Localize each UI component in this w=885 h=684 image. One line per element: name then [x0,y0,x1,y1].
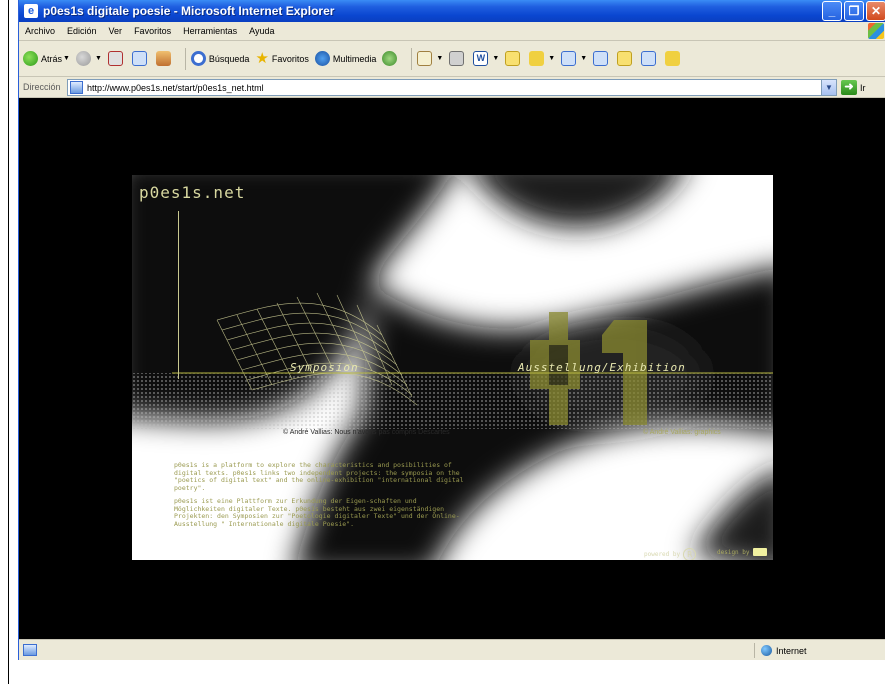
favorites-label: Favoritos [271,53,309,64]
menu-bar: Archivo Edición Ver Favoritos Herramient… [19,22,885,41]
logo-divider [178,211,179,379]
status-bar: Internet [19,639,885,660]
research-button[interactable]: ▼ [561,51,587,66]
research-icon [561,51,577,66]
back-label: Atrás [41,53,63,64]
history-button[interactable] [382,51,400,66]
globe-icon [761,645,772,656]
left-border [0,0,9,684]
tool-icon [665,51,681,66]
forward-button[interactable]: ▼ [75,51,102,66]
chevron-down-icon[interactable]: ▼ [436,55,443,62]
menu-ver[interactable]: Ver [103,26,129,36]
note-icon [505,51,521,66]
forward-arrow-icon [75,51,91,66]
description-english: p0es1s is a platform to explore the char… [174,461,464,492]
design-logo-icon [752,548,767,556]
favorites-button[interactable]: ★ Favoritos [255,51,308,66]
back-button[interactable]: Atrás ▼ [23,51,70,66]
mail-icon [417,51,433,66]
search-button[interactable]: Búsqueda [190,51,250,66]
home-icon [155,51,171,66]
print-button[interactable] [449,51,467,66]
design-by[interactable]: design by [717,548,767,556]
chevron-down-icon[interactable]: ▼ [492,55,499,62]
messenger-icon [529,51,545,66]
tool-button-2[interactable] [617,51,635,66]
design-by-label: design by [717,548,750,556]
tool-icon [617,51,633,66]
history-icon [382,51,398,66]
close-button[interactable]: ✕ [866,1,885,21]
stop-button[interactable] [107,51,126,66]
menu-herramientas[interactable]: Herramientas [177,26,243,36]
menu-ayuda[interactable]: Ayuda [243,26,280,36]
address-label: Dirección [23,82,61,92]
media-icon [314,51,330,66]
go-arrow-icon: ➜ [841,80,857,95]
tool-button-4[interactable] [665,51,683,66]
description: p0es1s is a platform to explore the char… [174,461,464,534]
menu-archivo[interactable]: Archivo [19,26,61,36]
media-label: Multimedia [332,53,377,64]
site-logo[interactable]: p0es1s.net [139,183,245,202]
tool-icon [593,51,609,66]
print-icon [449,51,465,66]
window-controls: _ ❐ ✕ [822,1,885,21]
menu-favoritos[interactable]: Favoritos [128,26,177,36]
tool-button-3[interactable] [641,51,659,66]
powered-by-label: powered by [644,551,681,558]
credit-right: © André Vallias: graphics [643,429,721,436]
page-icon [70,81,83,94]
powered-by-logo-icon: R [683,548,697,560]
search-icon [190,51,206,66]
back-arrow-icon [23,51,38,66]
mail-button[interactable]: ▼ [417,51,443,66]
credit-left: © André Vallias: Nous n'avons pas compri… [283,429,450,436]
toolbar-separator [184,47,186,70]
messenger-button[interactable]: ▼ [529,51,555,66]
search-label: Búsqueda [208,53,250,64]
powered-by[interactable]: powered by R [644,548,697,560]
go-button[interactable]: ➜ Ir [841,80,866,95]
address-url[interactable]: http://www.p0es1s.net/start/p0es1s_net.h… [87,83,264,93]
maximize-button[interactable]: ❐ [844,1,864,21]
zone-label: Internet [776,645,807,656]
address-input[interactable]: http://www.p0es1s.net/start/p0es1s_net.h… [67,79,837,96]
star-icon: ★ [255,50,269,67]
go-label: Ir [860,82,866,93]
address-dropdown-button[interactable]: ▼ [821,80,836,95]
minimize-button[interactable]: _ [822,1,842,21]
media-button[interactable]: Multimedia [314,51,377,66]
home-button[interactable] [155,51,174,66]
address-bar: Dirección http://www.p0es1s.net/start/p0… [19,77,885,98]
exhibition-link[interactable]: Ausstellung/Exhibition [518,361,686,374]
window-title: p0es1s digitale poesie - Microsoft Inter… [43,4,335,18]
discuss-button[interactable] [505,51,523,66]
chevron-down-icon[interactable]: ▼ [63,55,70,62]
windows-logo-icon [868,23,884,39]
p0es1s-splash: p0es1s.net Symposion Ausstellung/Exhibit… [132,175,773,560]
menu-edicion[interactable]: Edición [61,26,103,36]
description-german: p0es1s ist eine Plattform zur Erkundung … [174,497,460,528]
tool-button-1[interactable] [593,51,611,66]
refresh-icon [131,51,147,66]
title-bar[interactable]: e p0es1s digitale poesie - Microsoft Int… [19,0,885,22]
edit-button[interactable]: W ▼ [473,51,499,66]
tool-icon [641,51,657,66]
security-zone: Internet [754,643,885,658]
chevron-down-icon[interactable]: ▼ [95,55,102,62]
toolbar-separator [411,47,413,70]
refresh-button[interactable] [131,51,150,66]
browser-window: e p0es1s digitale poesie - Microsoft Int… [18,0,885,660]
toolbar: Atrás ▼ ▼ Búsqueda ★ Favoritos Multimedi… [19,41,885,77]
page-content: p0es1s.net Symposion Ausstellung/Exhibit… [19,98,885,639]
chevron-down-icon[interactable]: ▼ [548,55,555,62]
ie-icon: e [24,4,38,18]
stop-icon [107,51,123,66]
page-status-icon [23,644,37,656]
chevron-down-icon[interactable]: ▼ [580,55,587,62]
symposion-link[interactable]: Symposion [290,361,359,374]
word-icon: W [473,51,489,66]
